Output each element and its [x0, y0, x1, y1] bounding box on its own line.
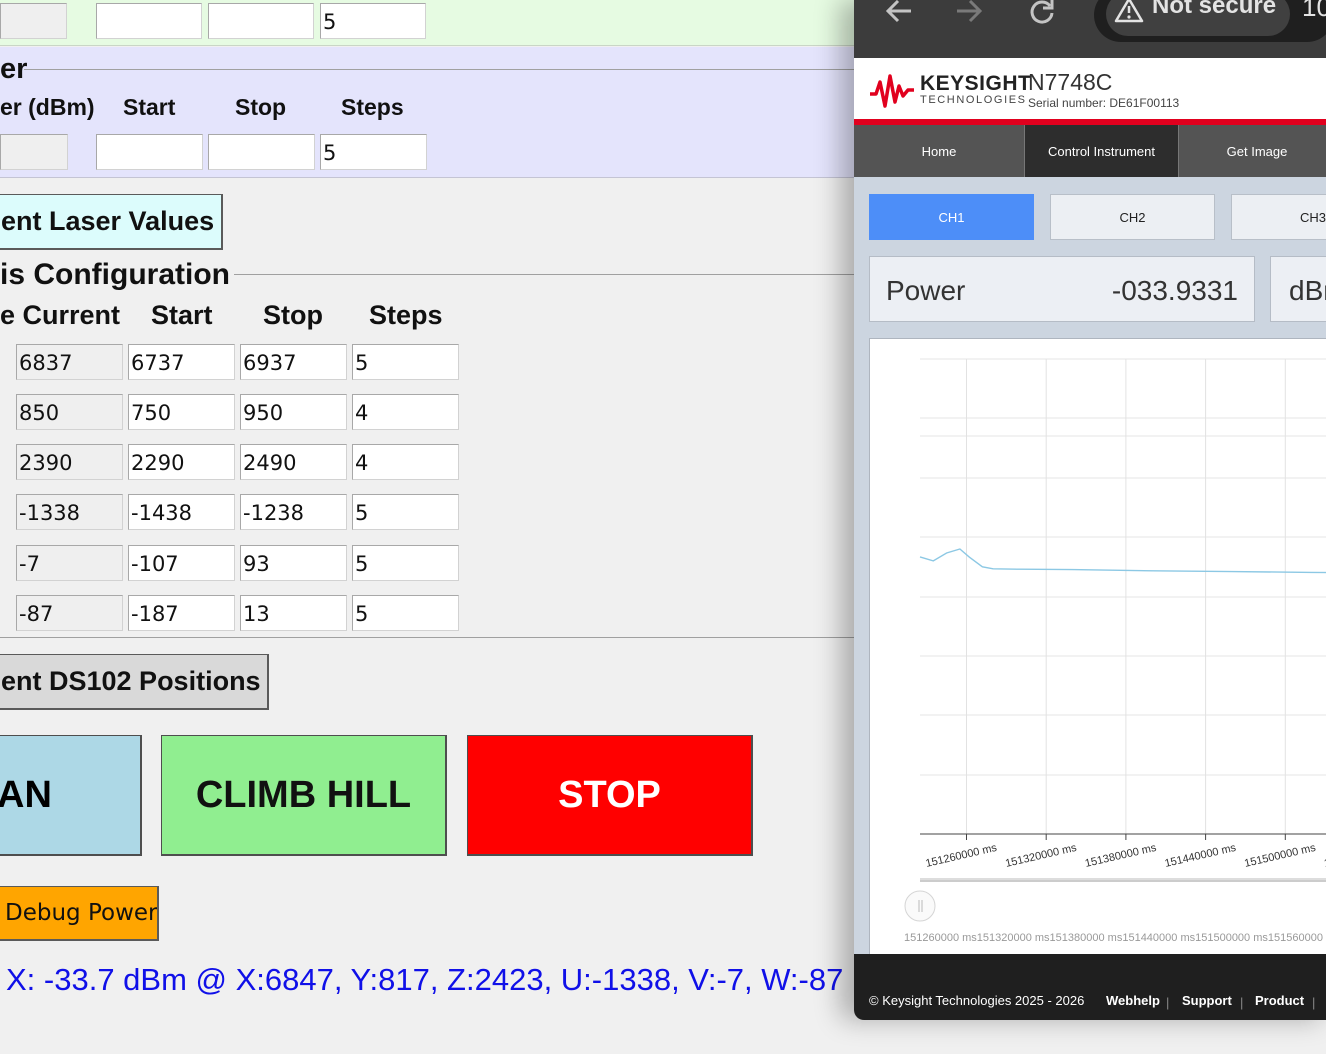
scan-application-window: 5 er er (dBm) Start Stop Steps 5 ent Las…: [0, 0, 900, 1054]
axis-stop-input[interactable]: -1238: [240, 494, 347, 530]
browser-window: Not secure 10 KEYSIGHT TECHNOLOGIES N774…: [854, 0, 1326, 1020]
power-section-border: [24, 69, 900, 70]
axis-stop-input[interactable]: 6937: [240, 344, 347, 380]
power-series-line: [919, 548, 1326, 574]
keysight-logo-icon: [868, 72, 916, 113]
laser-current-field: [0, 3, 67, 39]
x-axis-tick-label: 151380000 ms: [1084, 842, 1158, 870]
channel-button-ch1[interactable]: CH1: [869, 194, 1034, 240]
power-start-input[interactable]: [96, 134, 203, 170]
x-axis-tick-label: 151500000 ms: [1243, 842, 1317, 870]
back-arrow-icon[interactable]: [884, 0, 914, 25]
serial-number: Serial number: DE61F00113: [1028, 96, 1180, 110]
instrument-model: N7748C: [1028, 69, 1113, 95]
power-section: er er (dBm) Start Stop Steps 5: [0, 47, 900, 178]
axis-start-header: Start: [151, 300, 213, 330]
chart-svg: 151260000 ms 151320000 ms 151380000 ms 1514…: [904, 358, 1326, 944]
axis-steps-input[interactable]: 4: [352, 444, 459, 480]
url-text[interactable]: 10: [1302, 0, 1326, 23]
range-slider-labels: 151260000 ms151320000 ms151380000 ms1514…: [904, 932, 1326, 944]
x-axis-tick-label: 151440000 ms: [1164, 842, 1238, 870]
axis-start-input[interactable]: 750: [128, 394, 235, 430]
tab-get-image[interactable]: Get Image: [1180, 125, 1326, 177]
axis-start-input[interactable]: 6737: [128, 344, 235, 380]
climb-hill-button[interactable]: CLIMB HILL: [161, 735, 447, 856]
x-axis-tick-label: 151260000 ms: [924, 842, 998, 870]
axis-section-title: is Configuration: [0, 258, 234, 292]
channel-button-ch2[interactable]: CH2: [1050, 194, 1215, 240]
axis-current-value: -1338: [16, 494, 123, 530]
scan-button[interactable]: AN: [0, 735, 142, 856]
brand-subtitle: TECHNOLOGIES: [920, 94, 1027, 106]
axis-section-bottom-border: [0, 637, 854, 638]
channel-button-ch3[interactable]: CH3: [1231, 194, 1326, 240]
reload-icon[interactable]: [1028, 0, 1056, 26]
axis-steps-input[interactable]: 5: [352, 344, 459, 380]
x-axis-tick-label: 151320000 ms: [1004, 842, 1078, 870]
footer-link-support[interactable]: Support: [1182, 993, 1232, 1008]
debug-power-button[interactable]: Debug Power: [0, 886, 159, 941]
power-label: Power: [886, 275, 966, 306]
axis-steps-header: Steps: [369, 300, 443, 330]
axis-stop-input[interactable]: 950: [240, 394, 347, 430]
axis-current-value: 6837: [16, 344, 123, 380]
set-current-laser-values-button[interactable]: ent Laser Values: [0, 194, 223, 250]
set-current-ds102-positions-button[interactable]: ent DS102 Positions: [0, 654, 269, 710]
footer-separator: |: [1166, 995, 1170, 1010]
power-column-header: er (dBm): [0, 94, 95, 120]
power-value: -033.9331: [1111, 275, 1238, 306]
status-readout: X: -33.7 dBm @ X:6847, Y:817, Z:2423, U:…: [6, 962, 844, 997]
axis-current-value: -7: [16, 545, 123, 581]
forward-arrow-icon[interactable]: [954, 0, 984, 25]
axis-stop-header: Stop: [263, 300, 323, 330]
power-readout: Power -033.9331: [869, 256, 1255, 322]
axis-start-input[interactable]: -1438: [128, 494, 235, 530]
axis-start-input[interactable]: 2290: [128, 444, 235, 480]
tab-control-instrument[interactable]: Control Instrument: [1024, 125, 1179, 177]
power-unit: dBm: [1289, 275, 1326, 306]
axis-start-input[interactable]: -107: [128, 545, 235, 581]
power-steps-input[interactable]: 5: [320, 134, 427, 170]
power-stop-header: Stop: [235, 94, 287, 120]
brand-name: KEYSIGHT: [920, 72, 1032, 95]
laser-start-input[interactable]: [96, 3, 202, 39]
axis-steps-input[interactable]: 5: [352, 545, 459, 581]
power-trace-chart[interactable]: 151260000 ms 151320000 ms 151380000 ms 1514…: [869, 338, 1326, 955]
footer-link-product[interactable]: Product: [1255, 993, 1304, 1008]
axis-steps-input[interactable]: 5: [352, 494, 459, 530]
footer-copyright: © Keysight Technologies 2025 - 2026: [869, 993, 1085, 1008]
axis-current-value: 2390: [16, 444, 123, 480]
page-footer: [854, 954, 1326, 1020]
range-slider-handle: [904, 890, 936, 922]
not-secure-label: Not secure: [1152, 0, 1277, 19]
axis-current-value: 850: [16, 394, 123, 430]
laser-stop-input[interactable]: [208, 3, 314, 39]
laser-steps-input[interactable]: 5: [320, 3, 426, 39]
power-section-title: er: [0, 53, 28, 85]
axis-current-value: -87: [16, 595, 123, 631]
power-current-field: [0, 134, 68, 170]
power-unit-box[interactable]: dBm: [1270, 256, 1326, 322]
tab-home[interactable]: Home: [854, 125, 1024, 177]
footer-separator: |: [1312, 995, 1316, 1010]
axis-start-input[interactable]: -187: [128, 595, 235, 631]
power-steps-header: Steps: [341, 94, 404, 120]
warning-triangle-icon: [1114, 0, 1144, 28]
power-start-header: Start: [123, 94, 176, 120]
power-stop-input[interactable]: [208, 134, 315, 170]
axis-current-header: e Current: [0, 300, 121, 330]
axis-steps-input[interactable]: 5: [352, 595, 459, 631]
footer-separator: |: [1240, 995, 1244, 1010]
browser-toolbar: Not secure 10: [854, 0, 1326, 58]
axis-stop-input[interactable]: 93: [240, 545, 347, 581]
axis-stop-input[interactable]: 13: [240, 595, 347, 631]
stop-button[interactable]: STOP: [467, 735, 753, 856]
footer-link-webhelp[interactable]: Webhelp: [1106, 993, 1160, 1008]
axis-steps-input[interactable]: 4: [352, 394, 459, 430]
laser-settings-band: 5: [0, 0, 900, 46]
axis-stop-input[interactable]: 2490: [240, 444, 347, 480]
